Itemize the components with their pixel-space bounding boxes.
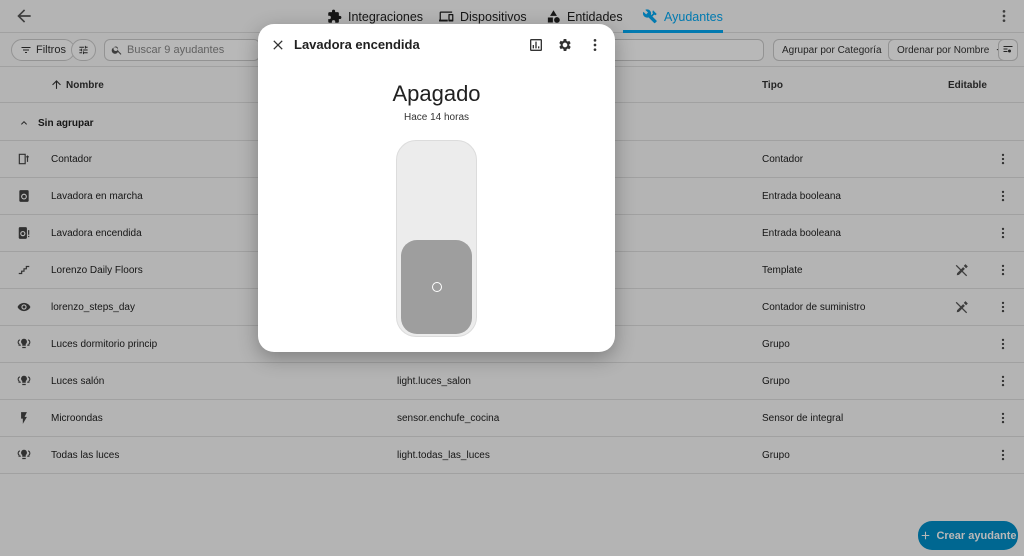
entity-more-info-dialog: Lavadora encendida Apagado Hace 14 horas bbox=[258, 24, 615, 352]
dialog-title: Lavadora encendida bbox=[294, 37, 420, 52]
power-off-icon bbox=[432, 282, 442, 292]
entity-state: Apagado bbox=[392, 81, 481, 106]
toggle-knob[interactable] bbox=[401, 240, 472, 334]
history-chart-icon[interactable] bbox=[528, 37, 544, 53]
big-toggle-switch[interactable] bbox=[396, 140, 477, 337]
last-changed: Hace 14 horas bbox=[403, 112, 470, 123]
close-icon[interactable] bbox=[270, 37, 286, 53]
more-vert-icon[interactable] bbox=[587, 37, 603, 53]
gear-icon[interactable] bbox=[557, 37, 573, 53]
